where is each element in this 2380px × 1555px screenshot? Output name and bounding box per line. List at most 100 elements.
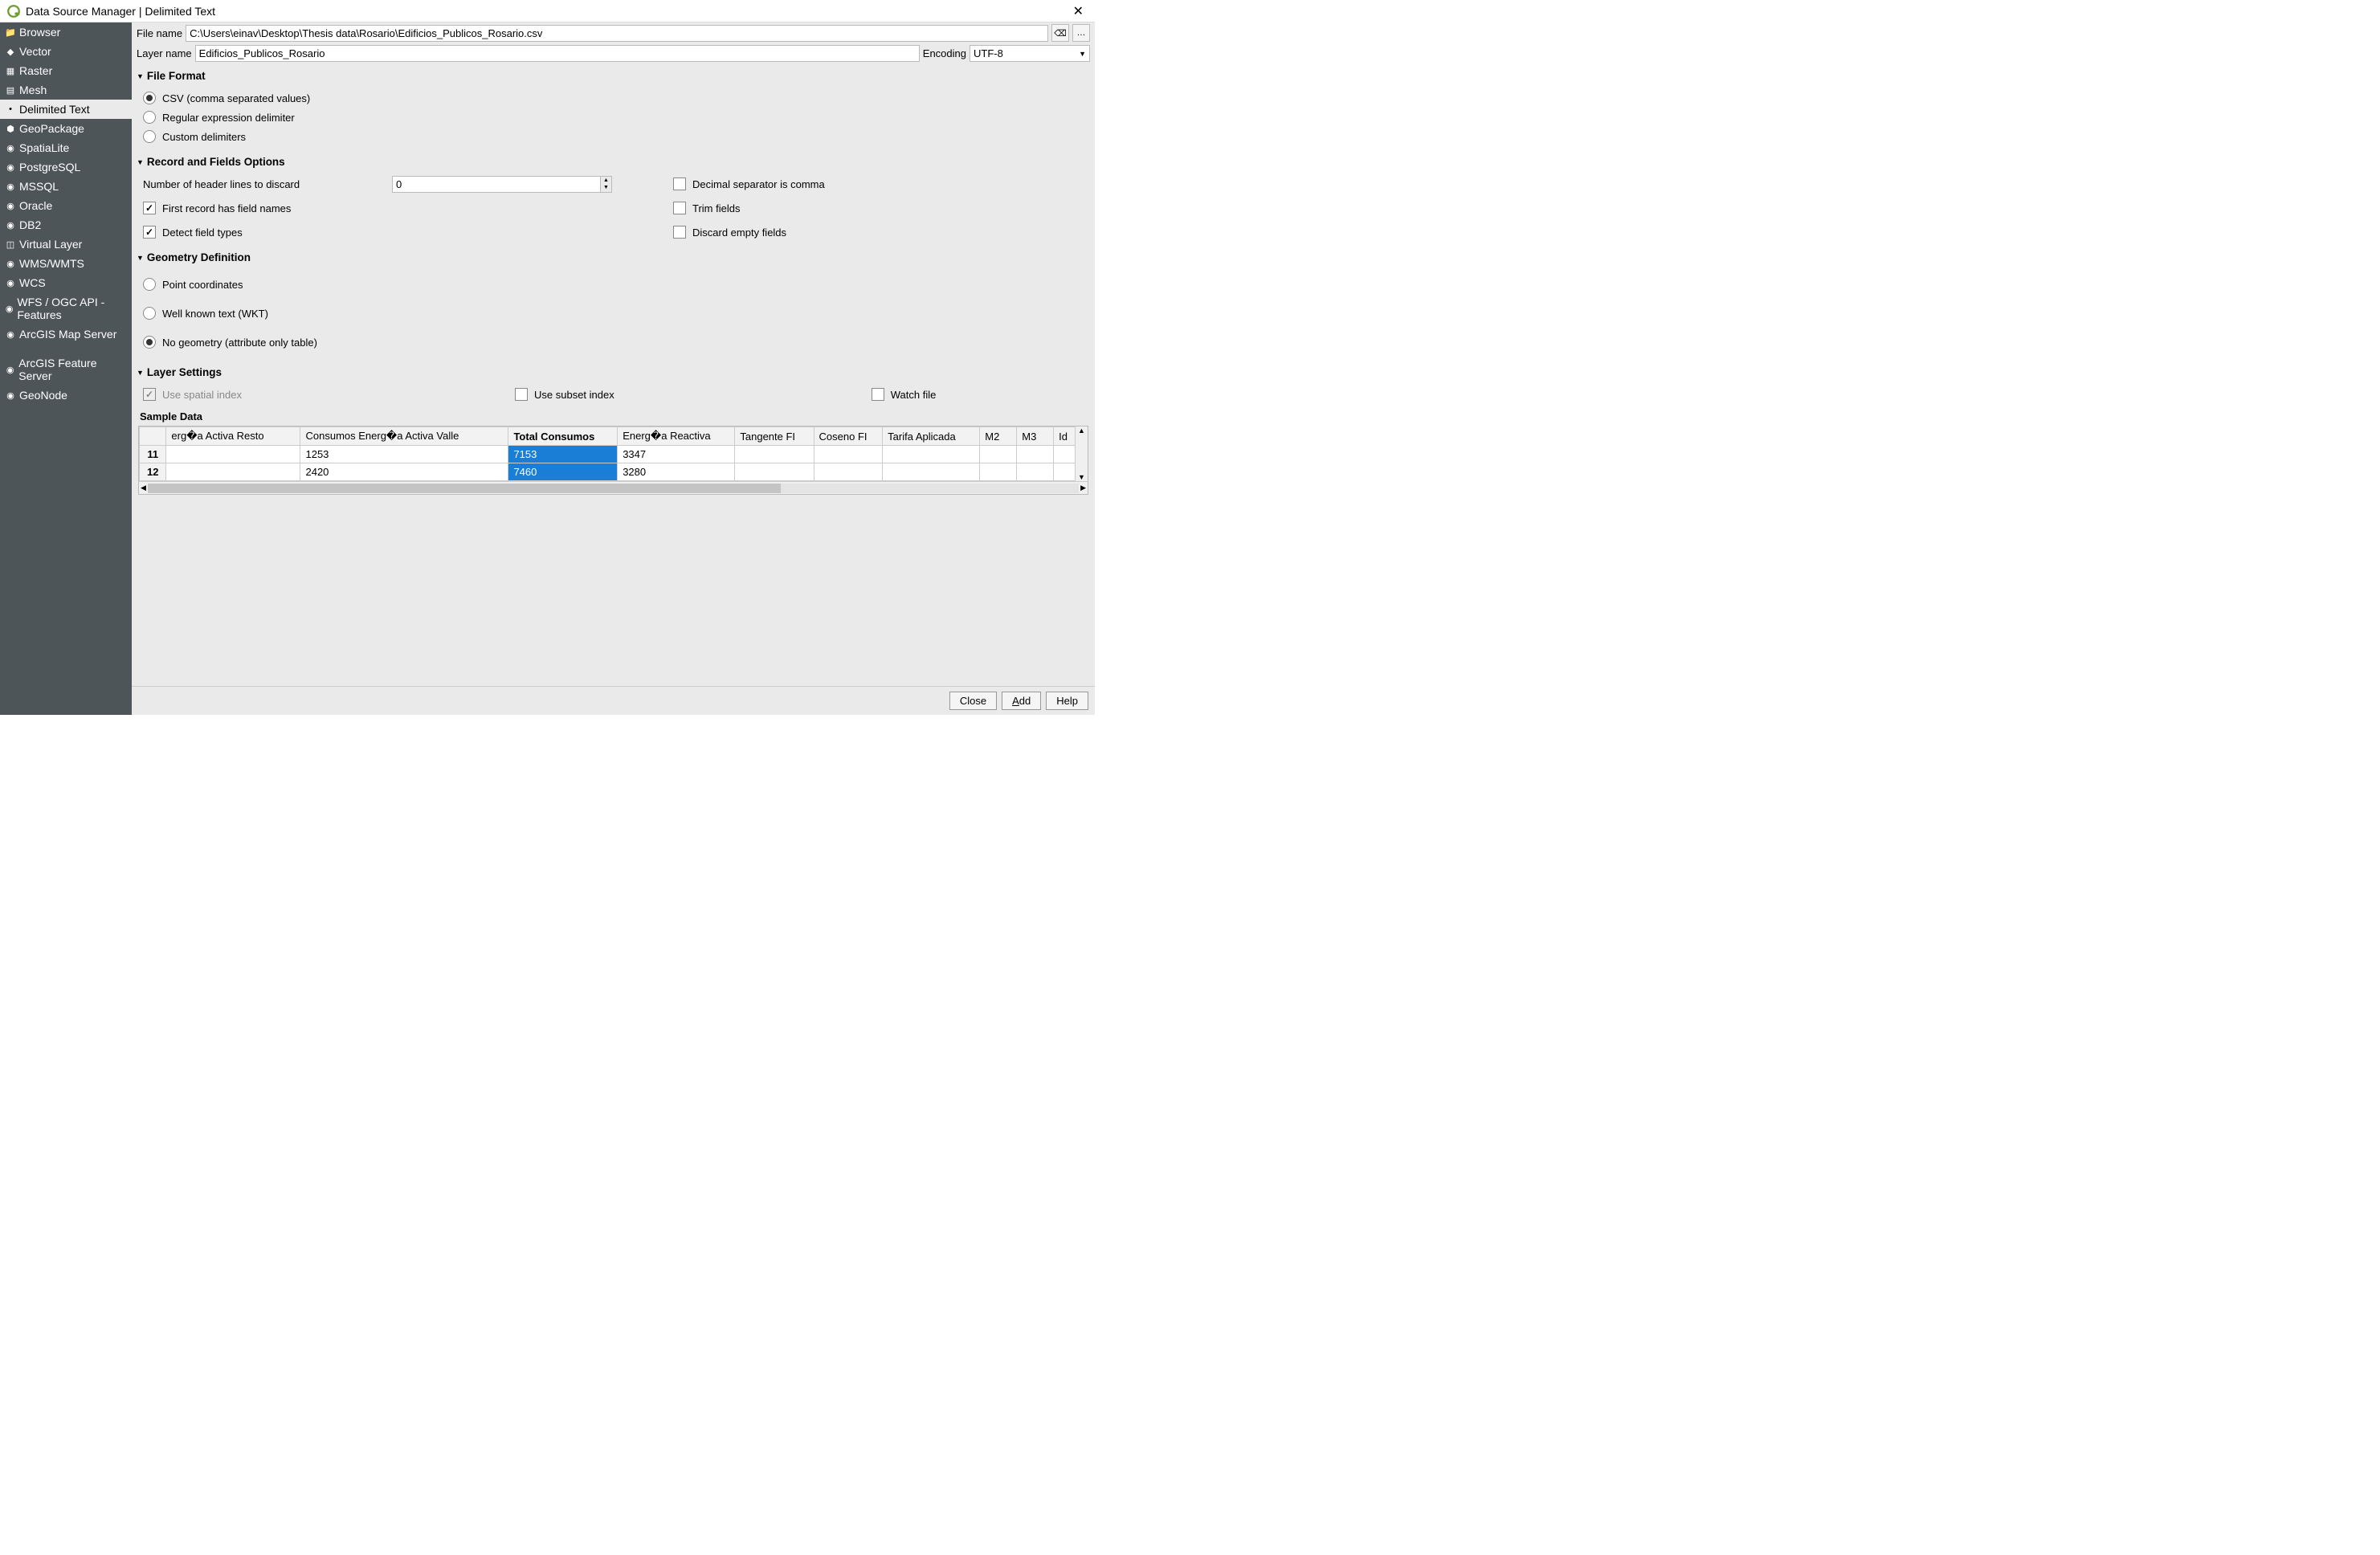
browse-file-button[interactable]: … bbox=[1072, 24, 1090, 42]
encoding-select[interactable]: UTF-8 ▼ bbox=[970, 45, 1090, 62]
source-icon: ◉ bbox=[5, 143, 16, 153]
sample-data-table[interactable]: erg�a Activa RestoConsumos Energ�a Activ… bbox=[139, 427, 1088, 481]
sidebar-item-oracle[interactable]: ◉Oracle bbox=[0, 196, 132, 215]
sidebar-item-wfs-ogc-api-features[interactable]: ◉WFS / OGC API - Features bbox=[0, 292, 132, 324]
sidebar-item-virtual-layer[interactable]: ◫Virtual Layer bbox=[0, 235, 132, 254]
sidebar-item-label: Oracle bbox=[19, 199, 52, 212]
detect-types-checkbox[interactable] bbox=[143, 226, 156, 239]
collapse-icon: ▼ bbox=[137, 72, 144, 80]
geom-def-header[interactable]: ▼ Geometry Definition bbox=[135, 248, 1092, 267]
layer-name-label: Layer name bbox=[137, 47, 192, 59]
sidebar-item-browser[interactable]: 📁Browser bbox=[0, 22, 132, 42]
layer-name-row: Layer name Encoding UTF-8 ▼ bbox=[132, 43, 1095, 63]
sidebar-item-raster[interactable]: ▦Raster bbox=[0, 61, 132, 80]
discard-empty-checkbox[interactable] bbox=[673, 226, 686, 239]
column-header[interactable]: Coseno FI bbox=[814, 427, 883, 446]
radio-icon[interactable] bbox=[143, 130, 156, 143]
sidebar-item-label: Raster bbox=[19, 64, 52, 77]
sidebar-item-spatialite[interactable]: ◉SpatiaLite bbox=[0, 138, 132, 157]
horizontal-scrollbar[interactable]: ◀ ▶ bbox=[139, 481, 1088, 494]
radio-icon[interactable] bbox=[143, 307, 156, 320]
sidebar-item-label: Delimited Text bbox=[19, 103, 90, 116]
first-record-checkbox[interactable] bbox=[143, 202, 156, 214]
decimal-comma-checkbox[interactable] bbox=[673, 178, 686, 190]
file-name-label: File name bbox=[137, 27, 182, 39]
table-row[interactable]: 12242074603280 bbox=[140, 463, 1088, 481]
table-row[interactable]: 11125371533347 bbox=[140, 446, 1088, 463]
layer-name-input[interactable] bbox=[195, 45, 920, 62]
file-format-option[interactable]: CSV (comma separated values) bbox=[143, 88, 1084, 108]
layer-settings-header[interactable]: ▼ Layer Settings bbox=[135, 363, 1092, 382]
source-icon: ◉ bbox=[5, 390, 16, 401]
header-lines-spinner[interactable]: ▲▼ bbox=[392, 176, 625, 193]
chevron-down-icon: ▼ bbox=[1079, 50, 1086, 58]
clear-file-button[interactable]: ⌫ bbox=[1051, 24, 1069, 42]
column-header[interactable]: M2 bbox=[980, 427, 1017, 446]
sidebar-item-arcgis-map-server[interactable]: ◉ArcGIS Map Server bbox=[0, 324, 132, 344]
sidebar-item-label: Virtual Layer bbox=[19, 238, 82, 251]
column-header[interactable]: Energ�a Reactiva bbox=[618, 427, 735, 446]
subset-index-checkbox[interactable] bbox=[515, 388, 528, 401]
sidebar-item-wcs[interactable]: ◉WCS bbox=[0, 273, 132, 292]
source-icon: ◆ bbox=[5, 47, 16, 57]
sidebar-item-geopackage[interactable]: ⬢GeoPackage bbox=[0, 119, 132, 138]
sidebar-item-arcgis-feature-server[interactable]: ◉ArcGIS Feature Server bbox=[0, 353, 132, 386]
watch-file-checkbox[interactable] bbox=[872, 388, 884, 401]
scroll-right-icon[interactable]: ▶ bbox=[1080, 484, 1086, 492]
file-format-option[interactable]: Regular expression delimiter bbox=[143, 108, 1084, 127]
collapse-icon: ▼ bbox=[137, 369, 144, 377]
geom-option[interactable]: Well known text (WKT) bbox=[143, 299, 1084, 328]
close-button[interactable]: Close bbox=[949, 692, 997, 710]
help-button[interactable]: Help bbox=[1046, 692, 1088, 710]
column-header[interactable]: erg�a Activa Resto bbox=[166, 427, 300, 446]
titlebar: Data Source Manager | Delimited Text ✕ bbox=[0, 0, 1095, 22]
sidebar-item-db2[interactable]: ◉DB2 bbox=[0, 215, 132, 235]
radio-icon[interactable] bbox=[143, 111, 156, 124]
geom-option[interactable]: Point coordinates bbox=[143, 270, 1084, 299]
sidebar-item-geonode[interactable]: ◉GeoNode bbox=[0, 386, 132, 405]
source-icon: ◉ bbox=[5, 201, 16, 211]
sidebar-item-mssql[interactable]: ◉MSSQL bbox=[0, 177, 132, 196]
add-button[interactable]: Add bbox=[1002, 692, 1041, 710]
sidebar-item-label: WCS bbox=[19, 276, 46, 289]
sidebar-item-vector[interactable]: ◆Vector bbox=[0, 42, 132, 61]
radio-icon[interactable] bbox=[143, 336, 156, 349]
sidebar-item-label: Mesh bbox=[19, 84, 47, 96]
file-name-input[interactable] bbox=[186, 25, 1048, 42]
spatial-index-checkbox bbox=[143, 388, 156, 401]
source-icon: ◉ bbox=[5, 259, 16, 269]
sidebar-item-delimited-text[interactable]: •Delimited Text bbox=[0, 100, 132, 119]
sidebar: 📁Browser◆Vector▦Raster▤Mesh•Delimited Te… bbox=[0, 22, 132, 715]
source-icon: 📁 bbox=[5, 27, 16, 38]
sample-data-table-wrap: erg�a Activa RestoConsumos Energ�a Activ… bbox=[138, 426, 1088, 495]
sidebar-item-label: GeoPackage bbox=[19, 122, 84, 135]
source-icon: ◉ bbox=[5, 278, 16, 288]
column-header[interactable]: Total Consumos bbox=[508, 427, 618, 446]
close-icon[interactable]: ✕ bbox=[1068, 3, 1088, 19]
sidebar-item-label: MSSQL bbox=[19, 180, 59, 193]
radio-icon[interactable] bbox=[143, 92, 156, 104]
sidebar-item-wms-wmts[interactable]: ◉WMS/WMTS bbox=[0, 254, 132, 273]
sidebar-item-postgresql[interactable]: ◉PostgreSQL bbox=[0, 157, 132, 177]
vertical-scrollbar[interactable]: ▲▼ bbox=[1075, 427, 1088, 481]
column-header[interactable]: Consumos Energ�a Activa Valle bbox=[300, 427, 508, 446]
column-header[interactable]: Tangente FI bbox=[735, 427, 814, 446]
dialog-footer: Close Add Help bbox=[132, 686, 1095, 715]
spin-down-icon[interactable]: ▼ bbox=[601, 184, 611, 191]
record-opts-header[interactable]: ▼ Record and Fields Options bbox=[135, 153, 1092, 171]
source-icon: ▤ bbox=[5, 85, 16, 96]
sidebar-item-label: SpatiaLite bbox=[19, 141, 69, 154]
column-header[interactable]: M3 bbox=[1017, 427, 1054, 446]
source-icon: ▦ bbox=[5, 66, 16, 76]
sidebar-item-mesh[interactable]: ▤Mesh bbox=[0, 80, 132, 100]
column-header[interactable]: Tarifa Aplicada bbox=[883, 427, 980, 446]
radio-icon[interactable] bbox=[143, 278, 156, 291]
window-title: Data Source Manager | Delimited Text bbox=[26, 5, 1068, 18]
scroll-left-icon[interactable]: ◀ bbox=[141, 484, 146, 492]
file-format-header[interactable]: ▼ File Format bbox=[135, 67, 1092, 85]
file-format-option[interactable]: Custom delimiters bbox=[143, 127, 1084, 146]
spin-up-icon[interactable]: ▲ bbox=[601, 177, 611, 184]
geom-option[interactable]: No geometry (attribute only table) bbox=[143, 328, 1084, 357]
qgis-icon bbox=[6, 4, 21, 18]
trim-fields-checkbox[interactable] bbox=[673, 202, 686, 214]
